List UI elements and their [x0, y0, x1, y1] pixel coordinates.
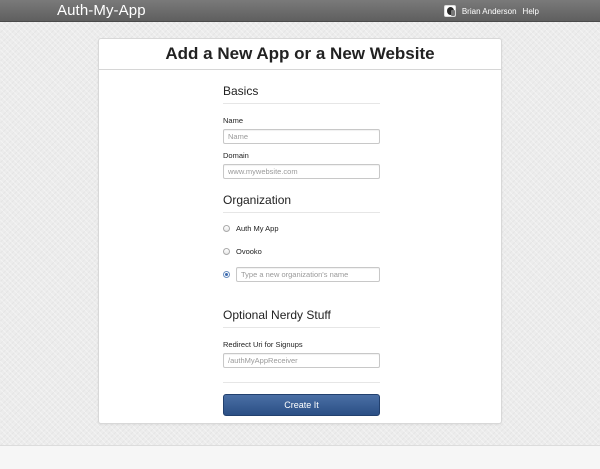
redirect-uri-input[interactable]: [223, 353, 380, 368]
user-name-link[interactable]: Brian Anderson: [462, 7, 517, 16]
org-option-auth-my-app[interactable]: Auth My App: [223, 224, 380, 233]
org-option-label: Auth My App: [236, 224, 279, 233]
org-option-ovooko[interactable]: Ovooko: [223, 247, 380, 256]
create-it-button[interactable]: Create It: [223, 394, 380, 416]
organization-heading: Organization: [223, 193, 380, 213]
page-footer: [0, 445, 600, 469]
name-label: Name: [223, 116, 244, 125]
new-app-form: Basics Name Domain Organization Auth My …: [223, 70, 380, 416]
form-divider: [223, 382, 380, 383]
page-title: Add a New App or a New Website: [99, 39, 501, 70]
basics-heading: Basics: [223, 84, 380, 104]
navbar-user-menu: Brian Anderson Help: [443, 0, 545, 22]
brand-logo[interactable]: Auth-My-App: [57, 2, 146, 19]
name-input[interactable]: [223, 129, 380, 144]
new-app-card: Add a New App or a New Website Basics Na…: [98, 38, 502, 424]
radio-ovooko[interactable]: [223, 248, 230, 255]
radio-auth-my-app[interactable]: [223, 225, 230, 232]
org-option-label: Ovooko: [236, 247, 262, 256]
user-avatar-icon[interactable]: [443, 5, 456, 17]
redirect-uri-label: Redirect Uri for Signups: [223, 340, 303, 349]
help-link[interactable]: Help: [523, 7, 539, 16]
top-navbar: Auth-My-App Brian Anderson Help: [0, 0, 600, 22]
org-option-new[interactable]: [223, 267, 380, 282]
radio-new-organization[interactable]: [223, 271, 230, 278]
domain-label: Domain: [223, 151, 249, 160]
nerdy-heading: Optional Nerdy Stuff: [223, 308, 380, 328]
new-organization-input[interactable]: [236, 267, 380, 282]
domain-input[interactable]: [223, 164, 380, 179]
